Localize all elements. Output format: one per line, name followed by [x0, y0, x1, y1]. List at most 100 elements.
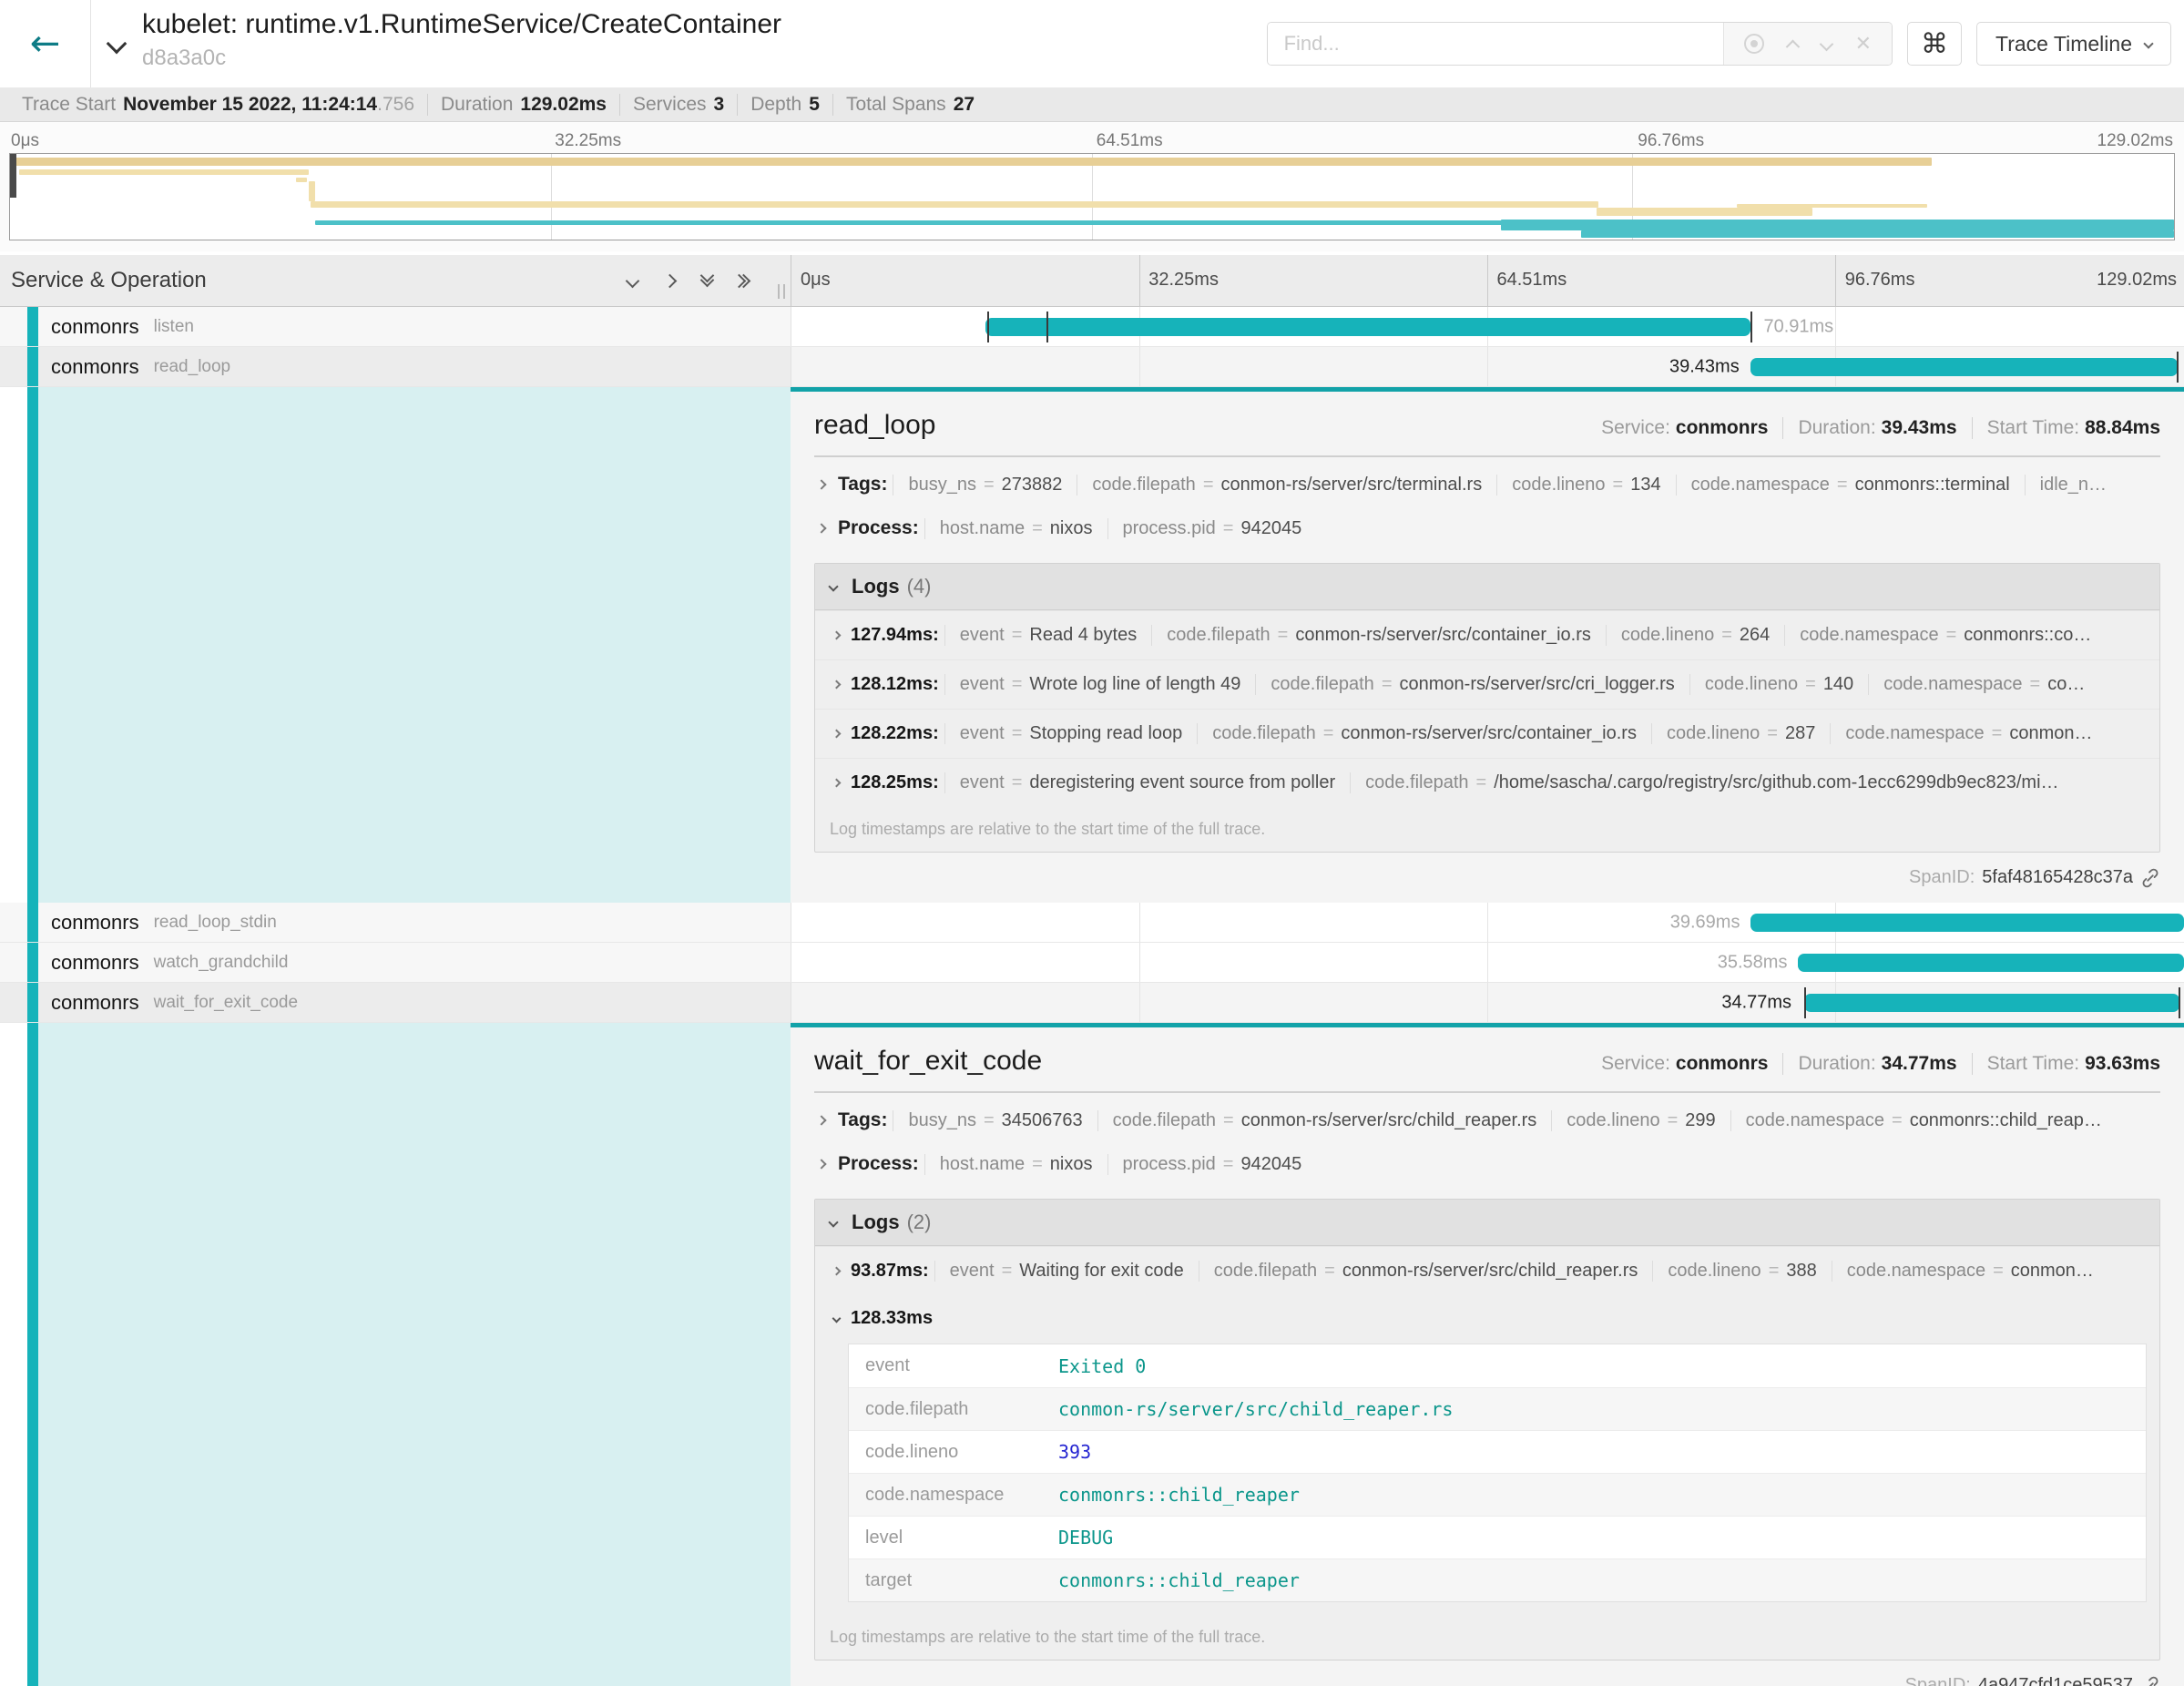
- span-row-read-loop-stdin[interactable]: conmonrs read_loop_stdin 39.69ms: [0, 903, 2184, 943]
- log-entry[interactable]: 127.94ms: event=Read 4 bytes code.filepa…: [815, 610, 2159, 659]
- tick-label: 96.76ms: [1638, 131, 1704, 151]
- back-button[interactable]: ←: [0, 0, 91, 87]
- detail-tint: [38, 1023, 791, 1686]
- chevron-down-icon: [107, 34, 128, 55]
- trace-summary-bar: Trace StartNovember 15 2022, 11:24:14.75…: [0, 87, 2184, 122]
- span-row-listen[interactable]: conmonrs listen 70.91ms: [0, 307, 2184, 347]
- back-arrow-icon: ←: [30, 26, 61, 62]
- trace-total-spans: Total Spans27: [833, 94, 987, 116]
- tick-label: 96.76ms: [1845, 270, 1915, 291]
- process-tag: host.name=nixos: [924, 518, 1107, 539]
- span-row-read-loop[interactable]: conmonrs read_loop 39.43ms: [0, 347, 2184, 387]
- minimap-canvas[interactable]: [9, 153, 2175, 240]
- divider: [814, 455, 2160, 457]
- process-tag: host.name=nixos: [924, 1154, 1107, 1175]
- chevron-down-icon: [2143, 38, 2153, 48]
- view-select-button[interactable]: Trace Timeline: [1976, 22, 2171, 66]
- logs-section: Logs (4) 127.94ms: event=Read 4 bytes co…: [814, 563, 2160, 853]
- service-name: conmonrs: [51, 315, 139, 339]
- log-entry[interactable]: 93.87ms: event=Waiting for exit code cod…: [815, 1246, 2159, 1295]
- span-bar[interactable]: [1804, 994, 2180, 1012]
- span-row-wait-for-exit-code[interactable]: conmonrs wait_for_exit_code 34.77ms: [0, 983, 2184, 1023]
- span-name-cell[interactable]: conmonrs read_loop: [0, 347, 791, 386]
- copy-link-icon[interactable]: [2140, 1676, 2160, 1686]
- span-name-cell[interactable]: conmonrs wait_for_exit_code: [0, 983, 791, 1022]
- process-row[interactable]: Process: host.name=nixos process.pid=942…: [814, 1142, 2160, 1186]
- log-entry[interactable]: 128.25ms: event=deregistering event sour…: [815, 758, 2159, 807]
- find-tools: ✕: [1723, 23, 1892, 65]
- minimap-span-bar: [1501, 220, 2174, 230]
- span-name-cell[interactable]: conmonrs listen: [0, 307, 791, 346]
- collapse-trace-header-button[interactable]: [91, 0, 142, 87]
- copy-link-icon[interactable]: [2140, 868, 2160, 888]
- logs-header[interactable]: Logs (4): [815, 564, 2159, 610]
- log-entry[interactable]: 128.12ms: event=Wrote log line of length…: [815, 659, 2159, 709]
- chevron-right-icon: [816, 1159, 826, 1169]
- page-header: ← kubelet: runtime.v1.RuntimeService/Cre…: [0, 0, 2184, 87]
- process-row[interactable]: Process: host.name=nixos process.pid=942…: [814, 506, 2160, 550]
- tag: code.filepath=conmon-rs/server/src/child…: [1097, 1110, 1552, 1131]
- minimap-span-bar: [1737, 204, 1927, 208]
- expand-all-icon[interactable]: [740, 276, 749, 286]
- field-row: code.lineno 393: [849, 1430, 2146, 1473]
- next-match-icon[interactable]: [1819, 36, 1833, 51]
- trace-depth: Depth5: [738, 94, 833, 116]
- service-operation-header: Service & Operation: [0, 255, 791, 306]
- minimap-span-bar: [1581, 230, 2174, 238]
- detail-title: wait_for_exit_code: [814, 1046, 1042, 1077]
- process-tag: process.pid=942045: [1107, 1154, 1317, 1175]
- trace-services: Services3: [620, 94, 738, 116]
- span-id-row: SpanID: 4a947cfd1ce59537: [814, 1675, 2160, 1686]
- clear-find-icon[interactable]: ✕: [1855, 32, 1872, 56]
- minimap-span-bar: [309, 181, 315, 201]
- span-timeline-cell: 35.58ms: [791, 943, 2184, 982]
- find-input[interactable]: [1268, 23, 1723, 65]
- logs-section: Logs (2) 93.87ms: event=Waiting for exit…: [814, 1199, 2160, 1660]
- tags-row[interactable]: Tags: busy_ns=34506763 code.filepath=con…: [814, 1098, 2160, 1142]
- span-name-cell[interactable]: conmonrs watch_grandchild: [0, 943, 791, 982]
- chevron-right-icon: [816, 523, 826, 533]
- column-resizer-grip[interactable]: [778, 284, 785, 299]
- detail-body: wait_for_exit_code Service:conmonrs Dura…: [791, 1023, 2184, 1686]
- find-group: ✕: [1267, 22, 1893, 66]
- tags-row[interactable]: Tags: busy_ns=273882 code.filepath=conmo…: [814, 463, 2160, 506]
- span-duration-label: 35.58ms: [1718, 952, 1788, 973]
- trace-duration: Duration129.02ms: [428, 94, 620, 116]
- chevron-right-icon: [816, 479, 826, 489]
- expand-one-icon[interactable]: [663, 273, 678, 288]
- tag: code.lineno=299: [1551, 1110, 1730, 1131]
- minimap-span-bar: [19, 169, 309, 175]
- divider: [814, 1091, 2160, 1093]
- detail-meta: Service:conmonrs Duration:34.77ms Start …: [1587, 1053, 2160, 1075]
- tick-label: 32.25ms: [555, 131, 621, 151]
- detail-meta: Service:conmonrs Duration:39.43ms Start …: [1587, 417, 2160, 439]
- span-bar[interactable]: [1750, 358, 2178, 376]
- tick-label: 0μs: [11, 131, 39, 151]
- minimap-drag-handle[interactable]: [10, 154, 16, 198]
- minimap-span-bar: [10, 158, 1932, 166]
- view-select-label: Trace Timeline: [1995, 32, 2132, 56]
- logs-note: Log timestamps are relative to the start…: [815, 807, 2159, 852]
- tag: busy_ns=34506763: [893, 1110, 1097, 1131]
- collapse-one-icon[interactable]: [626, 273, 640, 288]
- collapse-all-icon[interactable]: [702, 276, 712, 285]
- span-name-cell[interactable]: conmonrs read_loop_stdin: [0, 903, 791, 942]
- keyboard-shortcuts-button[interactable]: ⌘: [1907, 22, 1962, 66]
- tag: code.filepath=conmon-rs/server/src/termi…: [1077, 475, 1496, 496]
- service-name: conmonrs: [51, 991, 139, 1015]
- span-bar[interactable]: [985, 318, 1751, 336]
- log-entry[interactable]: 128.22ms: event=Stopping read loop code.…: [815, 709, 2159, 758]
- span-bar[interactable]: [1750, 914, 2184, 932]
- logs-count: (2): [907, 1211, 932, 1234]
- prev-match-icon[interactable]: [1785, 39, 1800, 54]
- operation-name: wait_for_exit_code: [154, 993, 298, 1013]
- tick-label: 32.25ms: [1148, 270, 1219, 291]
- log-entry-expanded-header[interactable]: 128.33ms: [815, 1295, 2159, 1336]
- tag: idle_n…: [2025, 475, 2121, 496]
- span-table-header: Service & Operation 0μs 32.25ms 64.51ms …: [0, 255, 2184, 307]
- trace-title: kubelet: runtime.v1.RuntimeService/Creat…: [142, 9, 781, 40]
- span-row-watch-grandchild[interactable]: conmonrs watch_grandchild 35.58ms: [0, 943, 2184, 983]
- span-bar[interactable]: [1798, 954, 2184, 972]
- logs-header[interactable]: Logs (2): [815, 1200, 2159, 1246]
- focus-match-icon[interactable]: [1744, 34, 1764, 54]
